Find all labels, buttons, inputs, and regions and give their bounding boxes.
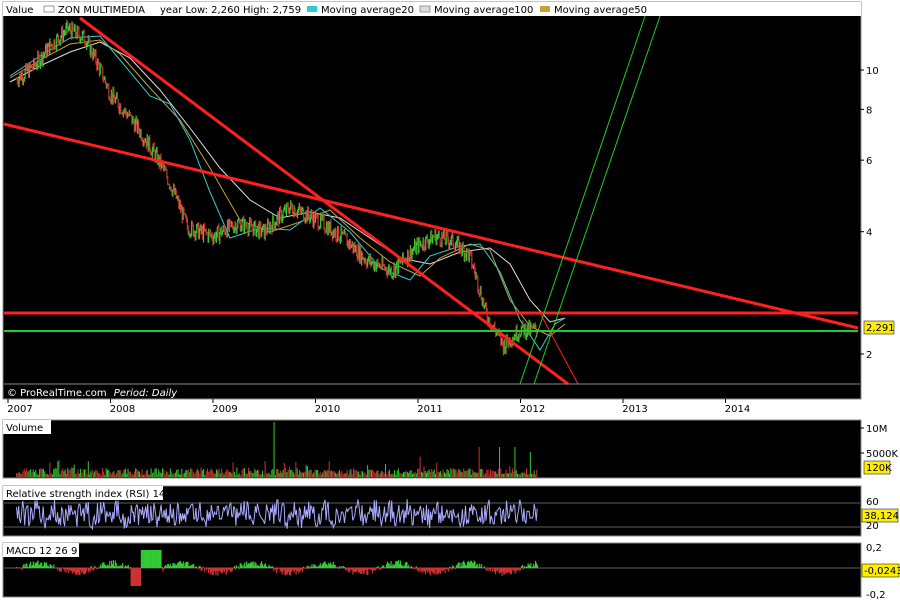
volume-label: Volume [6,423,43,434]
price-panel: Value ZON MULTIMEDIA year Low: 2,260 Hig… [2,1,895,400]
macd-tick-label: 0,2 [866,543,882,554]
rsi-panel: Relative strength index (RSI) 14 20 60 38… [2,485,899,537]
x-tick-label: 2014 [725,404,750,415]
price-tick-label: 2 [866,350,872,361]
price-tick-label: 6 [866,156,872,167]
volume-panel: Volume 5000K 10M 120K [2,419,898,479]
stock-chart: Value ZON MULTIMEDIA year Low: 2,260 Hig… [2,1,900,600]
price-tick-label: 8 [866,105,872,116]
price-panel-bg [2,1,862,400]
price-tick-label: 10 [866,66,879,77]
last-price-value: 2,291 [866,323,895,334]
volume-tick-label: 10M [866,424,887,435]
rsi-label: Relative strength index (RSI) 14 [6,489,165,500]
instrument-swatch [43,5,55,13]
ma50-legend: Moving average50 [554,5,647,16]
watermark: © ProRealTime.com Period: Daily [7,388,178,399]
rsi-tick-label: 60 [866,497,879,508]
macd-panel: MACD 12 26 9 0,2 -0,2 -0,0243 [2,542,900,600]
x-tick-label: 2013 [622,404,647,415]
x-tick-label: 2010 [315,404,340,415]
ma100-swatch [419,5,431,13]
value-label: Value [6,5,33,16]
volume-y-axis: 5000K 10M [860,424,898,460]
x-tick-label: 2009 [212,404,237,415]
x-tick-label: 2012 [520,404,545,415]
x-tick-label: 2011 [417,404,442,415]
macd-label: MACD 12 26 9 [6,546,77,557]
x-tick-label: 2007 [7,404,32,415]
ma20-legend: Moving average20 [321,5,414,16]
volume-tick-label: 5000K [866,449,898,460]
x-tick-label: 2008 [110,404,135,415]
last-macd-value: -0,0243 [864,566,900,577]
ma100-legend: Moving average100 [434,5,533,16]
ma20-swatch [307,6,317,12]
last-rsi-value: 38,124 [864,511,899,522]
year-range: year Low: 2,260 High: 2,759 [160,5,301,16]
macd-tick-label: -0,2 [866,590,886,600]
rsi-tick-label: 20 [866,521,879,532]
instrument-name: ZON MULTIMEDIA [58,5,145,16]
price-y-axis: 2 4 6 8 10 [860,66,879,361]
price-tick-label: 4 [866,228,872,239]
last-volume-value: 120K [866,463,892,474]
x-axis: 2007 2008 2009 2010 2011 2012 2013 2014 [7,399,750,415]
ma50-swatch [540,6,550,12]
